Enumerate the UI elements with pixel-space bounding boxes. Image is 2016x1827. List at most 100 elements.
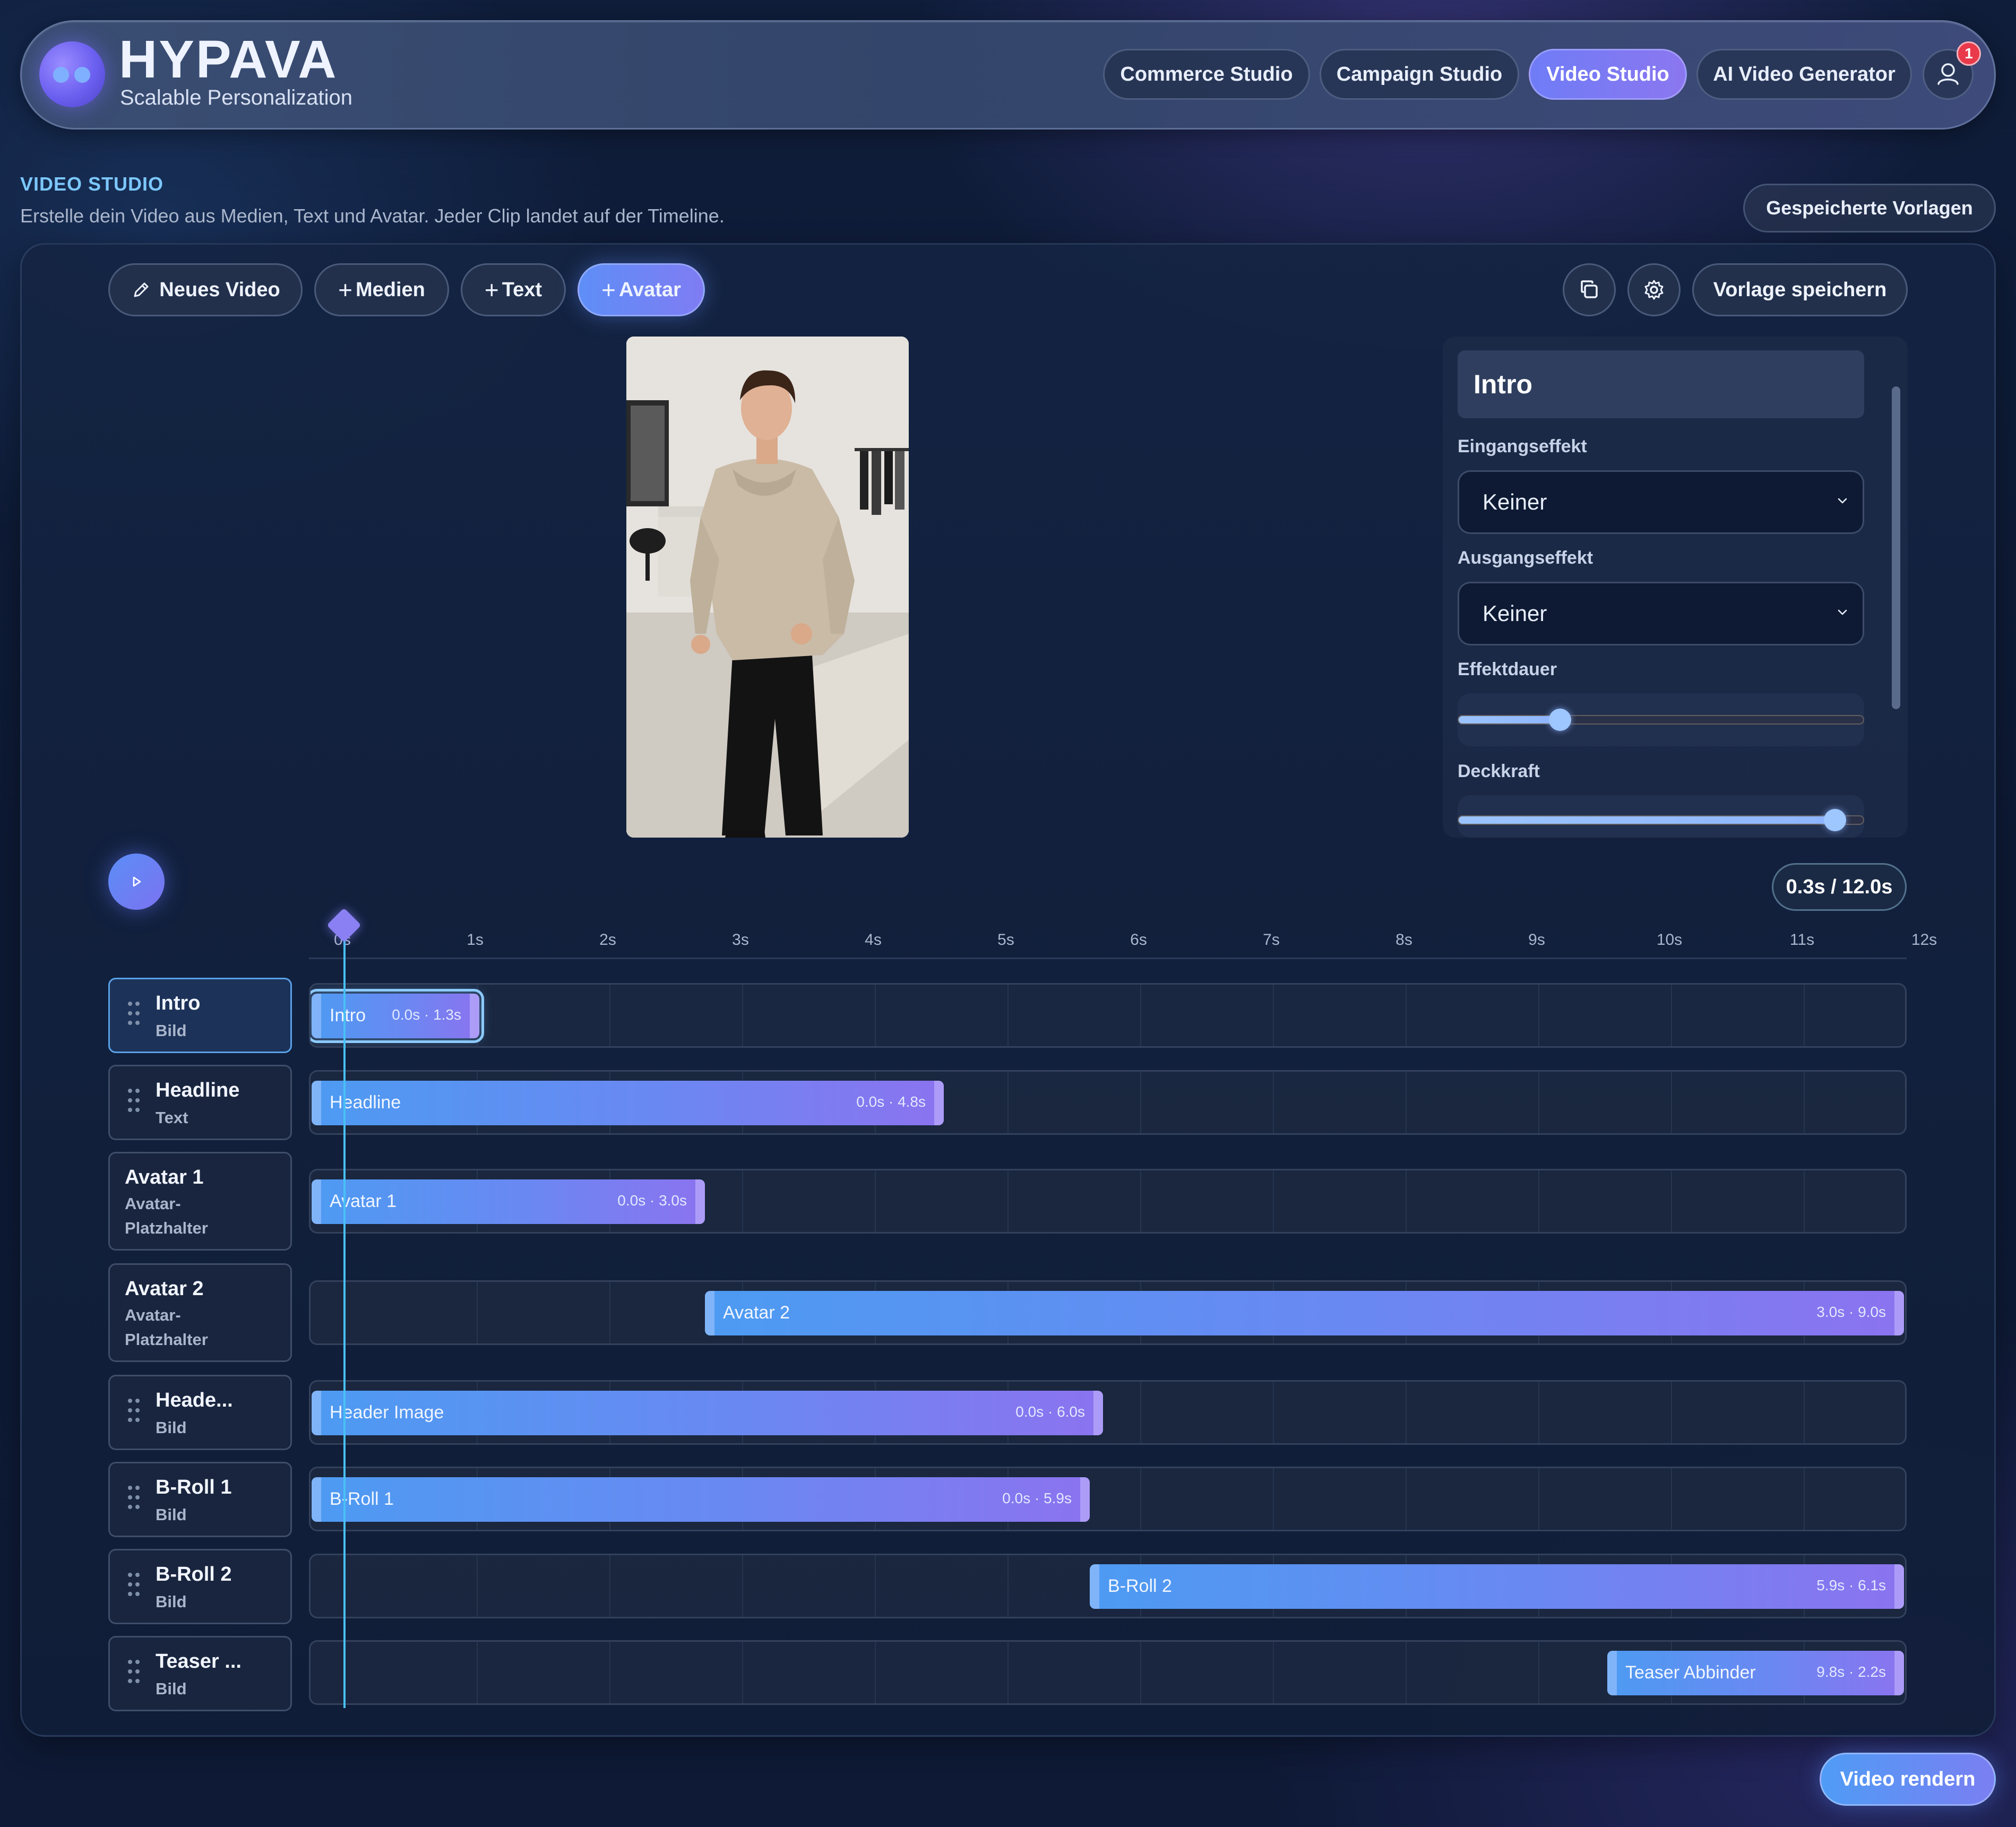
- new-video-label: Neues Video: [159, 278, 280, 301]
- duplicate-button[interactable]: [1563, 263, 1616, 316]
- clip-trim-end-handle[interactable]: [1093, 1391, 1103, 1435]
- clip-trim-end-handle[interactable]: [1894, 1651, 1904, 1695]
- plus-icon: +: [338, 276, 352, 304]
- timeline-clip[interactable]: B-Roll 1 0.0s · 5.9s: [312, 1477, 1090, 1522]
- clip-trim-start-handle[interactable]: [312, 1081, 321, 1125]
- track-type: Bild: [156, 1679, 187, 1698]
- timeline-clip[interactable]: Header Image 0.0s · 6.0s: [312, 1391, 1103, 1435]
- opacity-slider[interactable]: [1458, 809, 1864, 831]
- brand-logo-icon[interactable]: [39, 41, 105, 107]
- clip-label: B-Roll 2: [1108, 1576, 1172, 1596]
- exit-effect-select[interactable]: Keiner: [1458, 582, 1864, 645]
- track-name: Headline: [156, 1079, 240, 1101]
- lane-gridline: [742, 1555, 743, 1617]
- effect-duration-slider[interactable]: [1458, 709, 1864, 731]
- timeline-lane[interactable]: Intro 0.0s · 1.3s: [309, 983, 1907, 1048]
- track-label-3[interactable]: Avatar 1 Avatar-Platzhalter: [108, 1152, 292, 1251]
- timeline-lane[interactable]: B-Roll 2 5.9s · 6.1s: [309, 1554, 1907, 1618]
- plus-icon: +: [484, 276, 499, 304]
- chevron-down-icon: [1838, 609, 1847, 615]
- drag-handle-icon[interactable]: [128, 1089, 143, 1117]
- clip-trim-start-handle[interactable]: [312, 1391, 321, 1435]
- clip-trim-start-handle[interactable]: [312, 1179, 321, 1224]
- add-avatar-button[interactable]: + Avatar: [578, 263, 705, 316]
- clip-settings-title: Intro: [1458, 350, 1864, 418]
- save-template-button[interactable]: Vorlage speichern: [1692, 263, 1908, 316]
- lane-gridline: [1406, 1382, 1407, 1443]
- lane-gridline: [1406, 1072, 1407, 1133]
- track-label-4[interactable]: Avatar 2 Avatar-Platzhalter: [108, 1263, 292, 1362]
- new-video-button[interactable]: Neues Video: [108, 263, 303, 316]
- opacity-thumb[interactable]: [1823, 809, 1846, 831]
- lane-gridline: [609, 1555, 610, 1617]
- clip-trim-end-handle[interactable]: [1894, 1291, 1904, 1335]
- lane-gridline: [1538, 1072, 1539, 1133]
- drag-handle-icon[interactable]: [128, 1399, 143, 1427]
- lane-gridline: [609, 1642, 610, 1703]
- nav-ai-video-generator[interactable]: AI Video Generator: [1696, 49, 1912, 100]
- lane-gridline: [477, 1282, 478, 1343]
- clip-trim-end-handle[interactable]: [470, 994, 479, 1038]
- lane-gridline: [742, 1170, 743, 1232]
- drag-handle-icon[interactable]: [128, 1660, 143, 1688]
- drag-handle-icon[interactable]: [128, 1486, 143, 1514]
- settings-scrollbar[interactable]: [1892, 386, 1900, 709]
- clip-trim-start-handle[interactable]: [1607, 1651, 1617, 1695]
- lane-gridline: [1273, 1170, 1274, 1232]
- lane-gridline: [1538, 1642, 1539, 1703]
- timeline-lane[interactable]: Teaser Abbinder 9.8s · 2.2s: [309, 1640, 1907, 1705]
- clip-trim-start-handle[interactable]: [312, 1477, 321, 1522]
- track-type: Bild: [156, 1592, 187, 1611]
- timeline-lane[interactable]: Avatar 1 0.0s · 3.0s: [309, 1169, 1907, 1234]
- track-type: Avatar-Platzhalter: [125, 1306, 208, 1349]
- clip-trim-end-handle[interactable]: [695, 1179, 705, 1224]
- clip-trim-start-handle[interactable]: [705, 1291, 714, 1335]
- lane-gridline: [1273, 1072, 1274, 1133]
- add-media-button[interactable]: + Medien: [314, 263, 449, 316]
- add-text-button[interactable]: + Text: [461, 263, 566, 316]
- clip-trim-start-handle[interactable]: [312, 994, 321, 1038]
- play-button[interactable]: [108, 854, 165, 910]
- avatar-preview-illustration: [626, 337, 909, 838]
- render-video-button[interactable]: Video rendern: [1820, 1753, 1996, 1806]
- clip-trim-end-handle[interactable]: [1894, 1564, 1904, 1609]
- timeline-clip[interactable]: Avatar 2 3.0s · 9.0s: [705, 1291, 1904, 1335]
- nav-campaign-studio[interactable]: Campaign Studio: [1320, 49, 1519, 100]
- track-label-8[interactable]: Teaser ... Bild: [108, 1636, 292, 1711]
- track-label-6[interactable]: B-Roll 1 Bild: [108, 1462, 292, 1537]
- settings-button[interactable]: [1627, 263, 1681, 316]
- entry-effect-select[interactable]: Keiner: [1458, 470, 1864, 534]
- video-preview-image: [626, 337, 909, 838]
- lane-gridline: [1140, 1170, 1141, 1232]
- nav-commerce-studio[interactable]: Commerce Studio: [1103, 49, 1310, 100]
- timeline-clip[interactable]: Avatar 1 0.0s · 3.0s: [312, 1179, 705, 1224]
- track-label-1[interactable]: Intro Bild: [108, 978, 292, 1053]
- timeline-lane[interactable]: Headline 0.0s · 4.8s: [309, 1070, 1907, 1135]
- track-label-2[interactable]: Headline Text: [108, 1065, 292, 1140]
- track-label-7[interactable]: B-Roll 2 Bild: [108, 1549, 292, 1624]
- track-name: Heade...: [156, 1389, 233, 1411]
- nav-video-studio[interactable]: Video Studio: [1529, 49, 1687, 100]
- lane-gridline: [609, 1282, 610, 1343]
- clip-trim-end-handle[interactable]: [1080, 1477, 1090, 1522]
- timeline-clip[interactable]: Teaser Abbinder 9.8s · 2.2s: [1607, 1651, 1904, 1695]
- drag-handle-icon[interactable]: [128, 1002, 143, 1030]
- lane-gridline: [1406, 1170, 1407, 1232]
- clip-trim-start-handle[interactable]: [1090, 1564, 1099, 1609]
- timeline-lane[interactable]: Avatar 2 3.0s · 9.0s: [309, 1280, 1907, 1345]
- timeline-clip[interactable]: Intro 0.0s · 1.3s: [311, 989, 484, 1043]
- drag-handle-icon[interactable]: [128, 1573, 143, 1601]
- saved-templates-button[interactable]: Gespeicherte Vorlagen: [1743, 184, 1996, 232]
- track-label-5[interactable]: Heade... Bild: [108, 1375, 292, 1450]
- clip-label: Avatar 1: [330, 1191, 397, 1211]
- timeline-lane[interactable]: B-Roll 1 0.0s · 5.9s: [309, 1467, 1907, 1531]
- timeline-lane[interactable]: Header Image 0.0s · 6.0s: [309, 1380, 1907, 1445]
- track-type: Bild: [156, 1021, 187, 1040]
- timeline-clip[interactable]: Headline 0.0s · 4.8s: [312, 1081, 944, 1125]
- timeline-clip[interactable]: B-Roll 2 5.9s · 6.1s: [1090, 1564, 1904, 1609]
- clip-trim-end-handle[interactable]: [934, 1081, 944, 1125]
- lane-gridline: [1273, 1382, 1274, 1443]
- playhead-line[interactable]: [343, 930, 346, 1708]
- add-text-label: Text: [502, 278, 542, 301]
- effect-duration-thumb[interactable]: [1548, 709, 1571, 731]
